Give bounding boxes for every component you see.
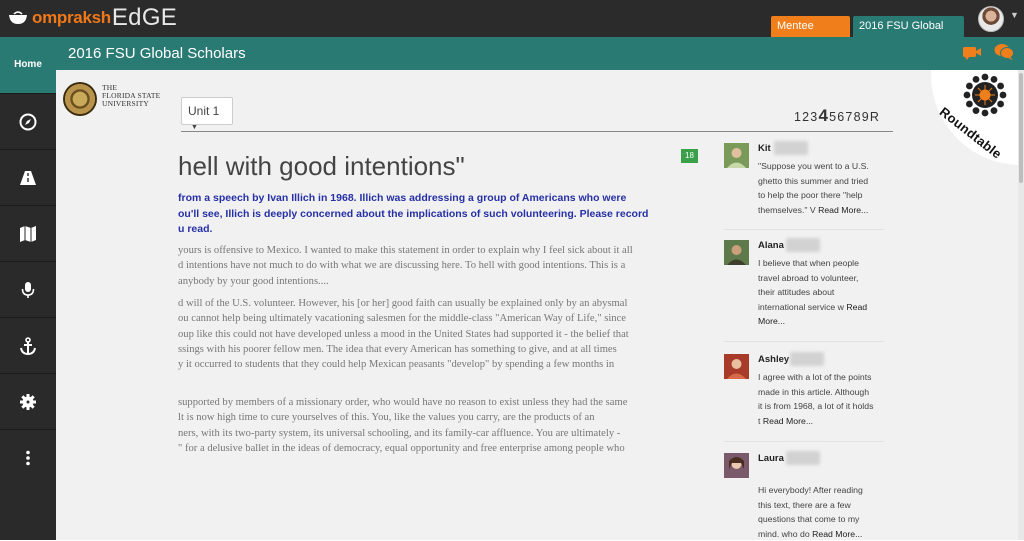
roundtable-flower-icon [963, 73, 1007, 117]
unit-select[interactable]: Unit 1 ▼ [181, 97, 233, 131]
post-author: Laura [758, 453, 784, 464]
page-title: 2016 FSU Global Scholars [68, 45, 246, 62]
article-title: hell with good intentions" [178, 151, 465, 181]
pager-pages-before[interactable]: 123 [794, 110, 818, 124]
chat-icon[interactable] [994, 43, 1014, 61]
more-icon [26, 450, 30, 465]
user-avatar[interactable] [978, 6, 1004, 32]
sidebar-item-audio[interactable] [0, 261, 56, 317]
brand-name: ompraksh [32, 8, 111, 27]
university-name: THE FLORIDA STATE UNIVERSITY [102, 83, 161, 108]
read-more-link[interactable]: Read More... [812, 529, 862, 539]
brand-logo[interactable]: ompraksh EdGE [8, 4, 178, 31]
divider [724, 341, 884, 342]
video-icon[interactable] [962, 44, 982, 60]
gear-icon [20, 393, 36, 410]
compass-icon [19, 113, 37, 130]
chevron-down-icon[interactable]: ▼ [1010, 10, 1019, 20]
chevron-down-icon: ▼ [191, 124, 198, 131]
unit-select-value: Unit 1 [188, 104, 220, 118]
sidebar-item-more[interactable] [0, 429, 56, 485]
read-more-link[interactable]: Read More... [763, 416, 813, 426]
road-icon [20, 170, 36, 185]
sidebar: Home [0, 37, 56, 540]
bowl-icon [9, 11, 27, 24]
pager-pages-after[interactable]: 56789R [829, 110, 880, 124]
article-paragraph: d will of the U.S. volunteer. However, h… [178, 298, 629, 371]
article-paragraph: yours is offensive to Mexico. I wanted t… [178, 245, 633, 287]
header-bar: 2016 FSU Global Scholars [0, 37, 1024, 70]
divider [181, 131, 893, 132]
post-excerpt: I agree with a lot of the points made in… [758, 372, 874, 426]
microphone-icon [21, 281, 35, 298]
brand-edge: EdGE [111, 4, 178, 31]
pager-current-page: 4 [818, 106, 830, 125]
sidebar-item-home[interactable]: Home [0, 37, 56, 93]
post-excerpt: Hi everybody! After reading this text, t… [758, 485, 863, 539]
avatar[interactable] [724, 143, 749, 168]
article-intro: from a speech by Ivan Illich in 1968. Il… [178, 192, 649, 235]
avatar[interactable] [724, 240, 749, 265]
program-button[interactable]: 2016 FSU Global Scholars [853, 16, 964, 53]
post-author: Ashley [758, 354, 790, 365]
map-icon [20, 225, 36, 242]
scrollbar-thumb[interactable] [1019, 73, 1023, 183]
read-more-link[interactable]: Read More... [818, 205, 868, 215]
page-navigator[interactable]: 123456789R [794, 106, 880, 126]
article-paragraph: supported by members of a missionary ord… [178, 397, 628, 454]
redacted-surname [786, 238, 820, 252]
university-seal-logo [63, 82, 97, 116]
top-bar: ompraksh EdGE Mentee Manager 2016 FSU Gl… [0, 0, 1024, 53]
redacted-surname [774, 141, 808, 155]
roundtable-post: Laura Hi everybody! After reading this t… [724, 451, 884, 540]
roundtable-post: Alana I believe that when people travel … [724, 238, 884, 335]
comment-count-badge[interactable]: 18 [681, 149, 698, 163]
roundtable-post: Ashley I agree with a lot of the points … [724, 352, 884, 434]
sidebar-item-journey[interactable] [0, 149, 56, 205]
redacted-surname [786, 451, 820, 465]
post-author: Alana [758, 240, 784, 251]
sidebar-item-map[interactable] [0, 205, 56, 261]
post-excerpt: I believe that when people travel abroad… [758, 258, 868, 326]
avatar[interactable] [724, 354, 749, 379]
anchor-icon [20, 336, 36, 355]
post-excerpt: "Suppose you went to a U.S. ghetto this … [758, 161, 869, 215]
roundtable-post: Kit "Suppose you went to a U.S. ghetto t… [724, 141, 884, 223]
sidebar-item-settings[interactable] [0, 373, 56, 429]
divider [724, 441, 884, 442]
sidebar-item-anchor[interactable] [0, 317, 56, 373]
sidebar-item-explore[interactable] [0, 93, 56, 149]
post-author: Kit [758, 143, 771, 154]
mentee-manager-button[interactable]: Mentee Manager [771, 16, 850, 53]
divider [724, 229, 884, 230]
redacted-surname [790, 352, 824, 366]
avatar[interactable] [724, 453, 749, 478]
